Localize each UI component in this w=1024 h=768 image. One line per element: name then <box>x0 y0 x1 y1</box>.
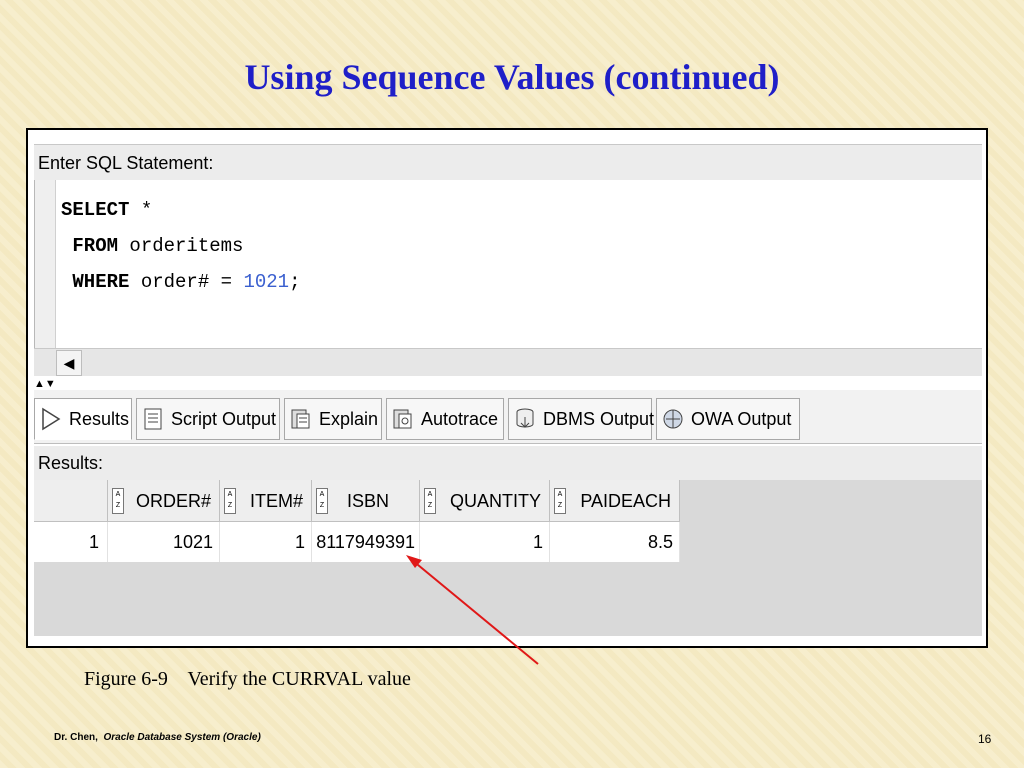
annotation-arrow <box>406 555 539 665</box>
page-number: 16 <box>978 732 992 746</box>
figure-caption: Figure 6-9 Verify the CURRVAL value <box>84 668 411 690</box>
footer-credit: Dr. Chen, Oracle Database System (Oracle… <box>54 732 261 743</box>
